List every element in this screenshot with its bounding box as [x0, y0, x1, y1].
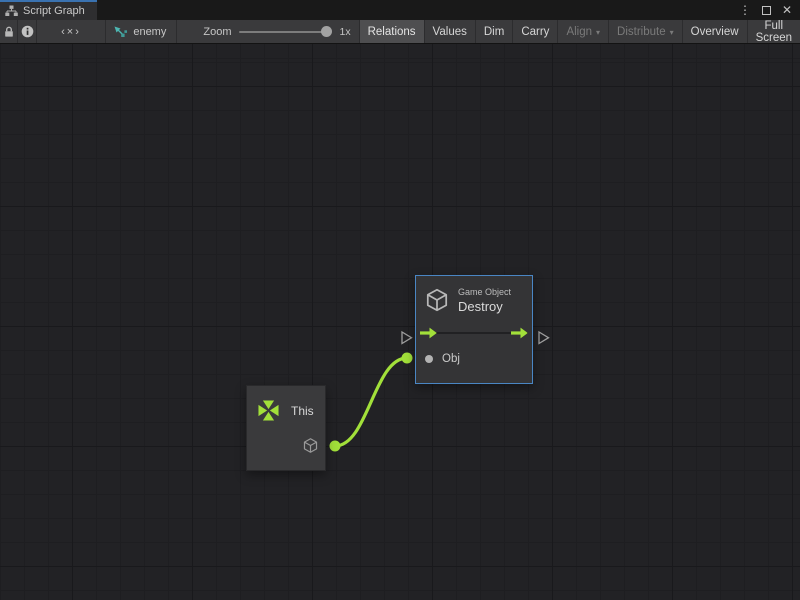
values-toggle[interactable]: Values — [424, 20, 475, 43]
node-title: Destroy — [458, 299, 511, 314]
tab-title: Script Graph — [23, 5, 85, 17]
script-graph-asset-icon — [114, 26, 127, 38]
info-button[interactable] — [18, 20, 36, 43]
cube-icon — [302, 437, 319, 454]
flow-in-arrow-icon[interactable] — [420, 327, 437, 339]
window-controls: ⋮ ✕ — [739, 0, 800, 20]
graph-toolbar: ‹×› enemy Zoom 1x Relations Values — [0, 20, 800, 44]
connection-end-dot — [402, 353, 413, 364]
graph-asset-ref[interactable]: enemy — [106, 20, 177, 43]
obj-port-label: Obj — [442, 353, 460, 365]
connection-layer — [0, 44, 800, 600]
code-preview-button[interactable]: ‹×› — [37, 20, 107, 43]
maximize-icon[interactable] — [762, 6, 771, 15]
zoom-slider[interactable] — [239, 31, 331, 33]
lock-icon — [3, 26, 15, 38]
connection-start-dot — [330, 441, 341, 452]
node-this[interactable]: This — [246, 385, 326, 471]
full-screen-button[interactable]: Full Screen — [747, 20, 800, 43]
connection-wire[interactable] — [335, 358, 407, 446]
dim-toggle[interactable]: Dim — [475, 20, 512, 43]
toolbar-toggles: Relations Values Dim Carry Align ▾ Distr… — [359, 20, 800, 43]
graph-hierarchy-icon — [5, 5, 18, 17]
node-category: Game Object — [458, 287, 511, 297]
relations-toggle[interactable]: Relations — [359, 20, 424, 43]
obj-input-row: Obj — [416, 348, 532, 370]
flow-port-row — [416, 320, 532, 346]
chevron-down-icon: ▾ — [670, 28, 674, 37]
distribute-dropdown[interactable]: Distribute ▾ — [608, 20, 682, 43]
zoom-slider-handle[interactable] — [321, 26, 332, 37]
overview-button[interactable]: Overview — [682, 20, 747, 43]
flow-out-arrow-icon[interactable] — [511, 327, 528, 339]
obj-input-port[interactable] — [425, 355, 433, 363]
align-dropdown[interactable]: Align ▾ — [557, 20, 608, 43]
lock-button[interactable] — [0, 20, 18, 43]
node-destroy-header: Game Object Destroy — [416, 276, 532, 318]
zoom-value: 1x — [339, 26, 350, 38]
script-graph-window: Script Graph ⋮ ✕ ‹×› — [0, 0, 800, 600]
graph-name-label: enemy — [133, 26, 166, 38]
tab-bar: Script Graph ⋮ ✕ — [0, 0, 800, 20]
info-icon — [21, 25, 34, 38]
self-output-port[interactable] — [302, 437, 319, 454]
chevron-down-icon: ▾ — [596, 28, 600, 37]
node-title: This — [291, 404, 314, 418]
flow-in-triangle-icon — [402, 332, 412, 344]
node-destroy[interactable]: Game Object Destroy Obj — [415, 275, 533, 384]
zoom-control: Zoom 1x — [177, 20, 358, 43]
flow-out-triangle-icon — [539, 332, 549, 344]
window-menu-icon[interactable]: ⋮ — [739, 4, 751, 16]
close-icon[interactable]: ✕ — [782, 4, 792, 16]
converge-arrows-icon — [255, 397, 282, 424]
cube-icon — [424, 287, 450, 313]
tab-script-graph[interactable]: Script Graph — [0, 0, 97, 20]
zoom-label: Zoom — [203, 26, 231, 38]
carry-toggle[interactable]: Carry — [512, 20, 557, 43]
graph-canvas[interactable]: This Game Object Destroy — [0, 44, 800, 600]
node-this-header: This — [247, 386, 325, 424]
